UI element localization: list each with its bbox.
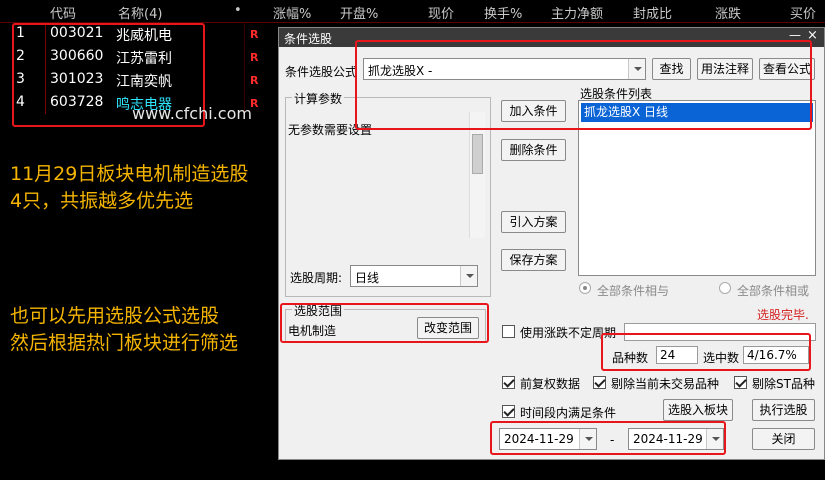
date-to-picker[interactable]: 2024-11-29 [628, 428, 724, 450]
selected-value: 4/16.7% [747, 348, 797, 362]
margin-flag: R [250, 28, 259, 41]
usage-button[interactable]: 用法注释 [697, 58, 753, 80]
row-number: 3 [16, 71, 25, 87]
col-seal-ratio[interactable]: 封成比 [633, 3, 672, 22]
params-group-title: 计算参数 [292, 90, 345, 107]
uncertain-period-checkbox[interactable] [502, 325, 515, 338]
col-bid[interactable]: 买价 [790, 3, 816, 22]
col-main-net[interactable]: 主力净额 [551, 3, 603, 22]
annotation-note: 也可以先用选股公式选股 然后根据热门板块进行筛选 [10, 305, 239, 354]
date-from-picker[interactable]: 2024-11-29 [499, 428, 597, 450]
condition-list[interactable]: 抓龙选股X 日线 [578, 100, 816, 276]
exclude-st-label: 剔除ST品种 [752, 377, 815, 391]
view-formula-button[interactable]: 查看公式 [759, 58, 815, 80]
app-window: 代码 名称(4) • 涨幅% 开盘% 现价 换手% 主力净额 封成比 涨跌 买价… [0, 0, 825, 480]
quote-table-header: 代码 名称(4) • 涨幅% 开盘% 现价 换手% 主力净额 封成比 涨跌 买价 [0, 0, 825, 22]
row-number: 2 [16, 48, 25, 64]
save-scheme-button[interactable]: 保存方案 [501, 249, 566, 271]
time-range-checkbox[interactable] [502, 405, 515, 418]
radio-or[interactable] [719, 282, 731, 294]
exclude-untraded-checkbox[interactable] [593, 376, 606, 389]
selected-label: 选中数 [703, 351, 740, 365]
stock-code: 301023 [50, 71, 104, 87]
selected-field: 4/16.7% [743, 346, 809, 364]
find-button[interactable]: 查找 [652, 58, 691, 80]
minimize-icon[interactable]: — [789, 28, 801, 42]
table-row[interactable]: 3 301023 江南奕帆 R [0, 69, 280, 92]
add-condition-button[interactable]: 加入条件 [501, 100, 566, 122]
scrollbar-thumb[interactable] [472, 134, 483, 174]
stock-code: 300660 [50, 48, 104, 64]
delete-condition-button[interactable]: 删除条件 [501, 139, 566, 161]
date-to-value: 2024-11-29 [633, 432, 703, 446]
date-separator: - [610, 433, 615, 447]
stock-name: 江苏雷利 [116, 51, 172, 67]
uncertain-period-label: 使用涨跌不定周期 [520, 326, 617, 340]
radio-and[interactable] [579, 282, 591, 294]
stock-name: 江南奕帆 [116, 74, 172, 90]
change-scope-button[interactable]: 改变范围 [417, 317, 479, 339]
count-field: 24 [656, 346, 698, 364]
import-scheme-button[interactable]: 引入方案 [501, 211, 566, 233]
margin-flag: R [250, 51, 259, 64]
chevron-down-icon[interactable] [579, 429, 596, 449]
params-scrollbar[interactable] [469, 112, 485, 238]
count-value: 24 [660, 348, 676, 362]
col-code[interactable]: 代码 [50, 3, 76, 22]
adjust-checkbox[interactable] [502, 376, 515, 389]
scope-group-title: 选股范围 [292, 302, 345, 319]
chevron-down-icon[interactable] [628, 59, 645, 79]
scope-value: 电机制造 [288, 324, 337, 338]
col-open-pct[interactable]: 开盘% [340, 3, 378, 22]
stock-code: 003021 [50, 25, 104, 41]
col-change-pct[interactable]: 涨幅% [273, 3, 311, 22]
table-row[interactable]: 1 003021 兆威机电 R [0, 23, 280, 46]
status-text: 选股完毕. [757, 308, 809, 322]
row-number: 1 [16, 25, 25, 41]
radio-or-label: 全部条件相或 [737, 284, 810, 298]
params-text: 无参数需要设置 [288, 123, 373, 137]
period-label: 选股周期: [290, 271, 343, 285]
col-price[interactable]: 现价 [428, 3, 454, 22]
dialog-title: 条件选股 [284, 32, 333, 46]
col-change[interactable]: 涨跌 [715, 3, 741, 22]
annotation-note: 11月29日板块电机制造选股 4只，共振越多优先选 [10, 163, 249, 212]
formula-value: 抓龙选股X - [368, 64, 433, 78]
uncertain-period-field[interactable] [624, 323, 816, 341]
formula-label: 条件选股公式 [285, 65, 358, 79]
date-from-value: 2024-11-29 [504, 432, 574, 446]
count-label: 品种数 [612, 351, 649, 365]
condition-select-dialog: 条件选股 — × 条件选股公式 抓龙选股X - 查找 用法注释 查看公式 计算参… [278, 27, 825, 460]
col-turnover[interactable]: 换手% [484, 3, 522, 22]
watermark: www.cfchi.com [132, 104, 252, 123]
condition-list-item[interactable]: 抓龙选股X 日线 [581, 103, 813, 122]
exclude-untraded-label: 剔除当前未交易品种 [611, 377, 720, 391]
col-dot[interactable]: • [234, 3, 242, 18]
row-number: 4 [16, 94, 25, 110]
to-block-button[interactable]: 选股入板块 [663, 399, 733, 421]
adjust-label: 前复权数据 [520, 377, 581, 391]
exclude-st-checkbox[interactable] [734, 376, 747, 389]
period-value: 日线 [355, 271, 380, 285]
time-range-label: 时间段内满足条件 [520, 406, 617, 420]
stock-code: 603728 [50, 94, 104, 110]
close-icon[interactable]: × [807, 28, 818, 43]
period-select[interactable]: 日线 [350, 265, 478, 287]
margin-flag: R [250, 74, 259, 87]
close-button[interactable]: 关闭 [752, 428, 815, 450]
formula-select[interactable]: 抓龙选股X - [363, 58, 646, 80]
chevron-down-icon[interactable] [460, 266, 477, 286]
run-select-button[interactable]: 执行选股 [752, 399, 815, 421]
table-row[interactable]: 2 300660 江苏雷利 R [0, 46, 280, 69]
chevron-down-icon[interactable] [706, 429, 723, 449]
col-name[interactable]: 名称(4) [118, 3, 162, 22]
dialog-titlebar[interactable]: 条件选股 — × [279, 28, 824, 47]
radio-and-label: 全部条件相与 [597, 284, 670, 298]
stock-name: 兆威机电 [116, 28, 172, 44]
